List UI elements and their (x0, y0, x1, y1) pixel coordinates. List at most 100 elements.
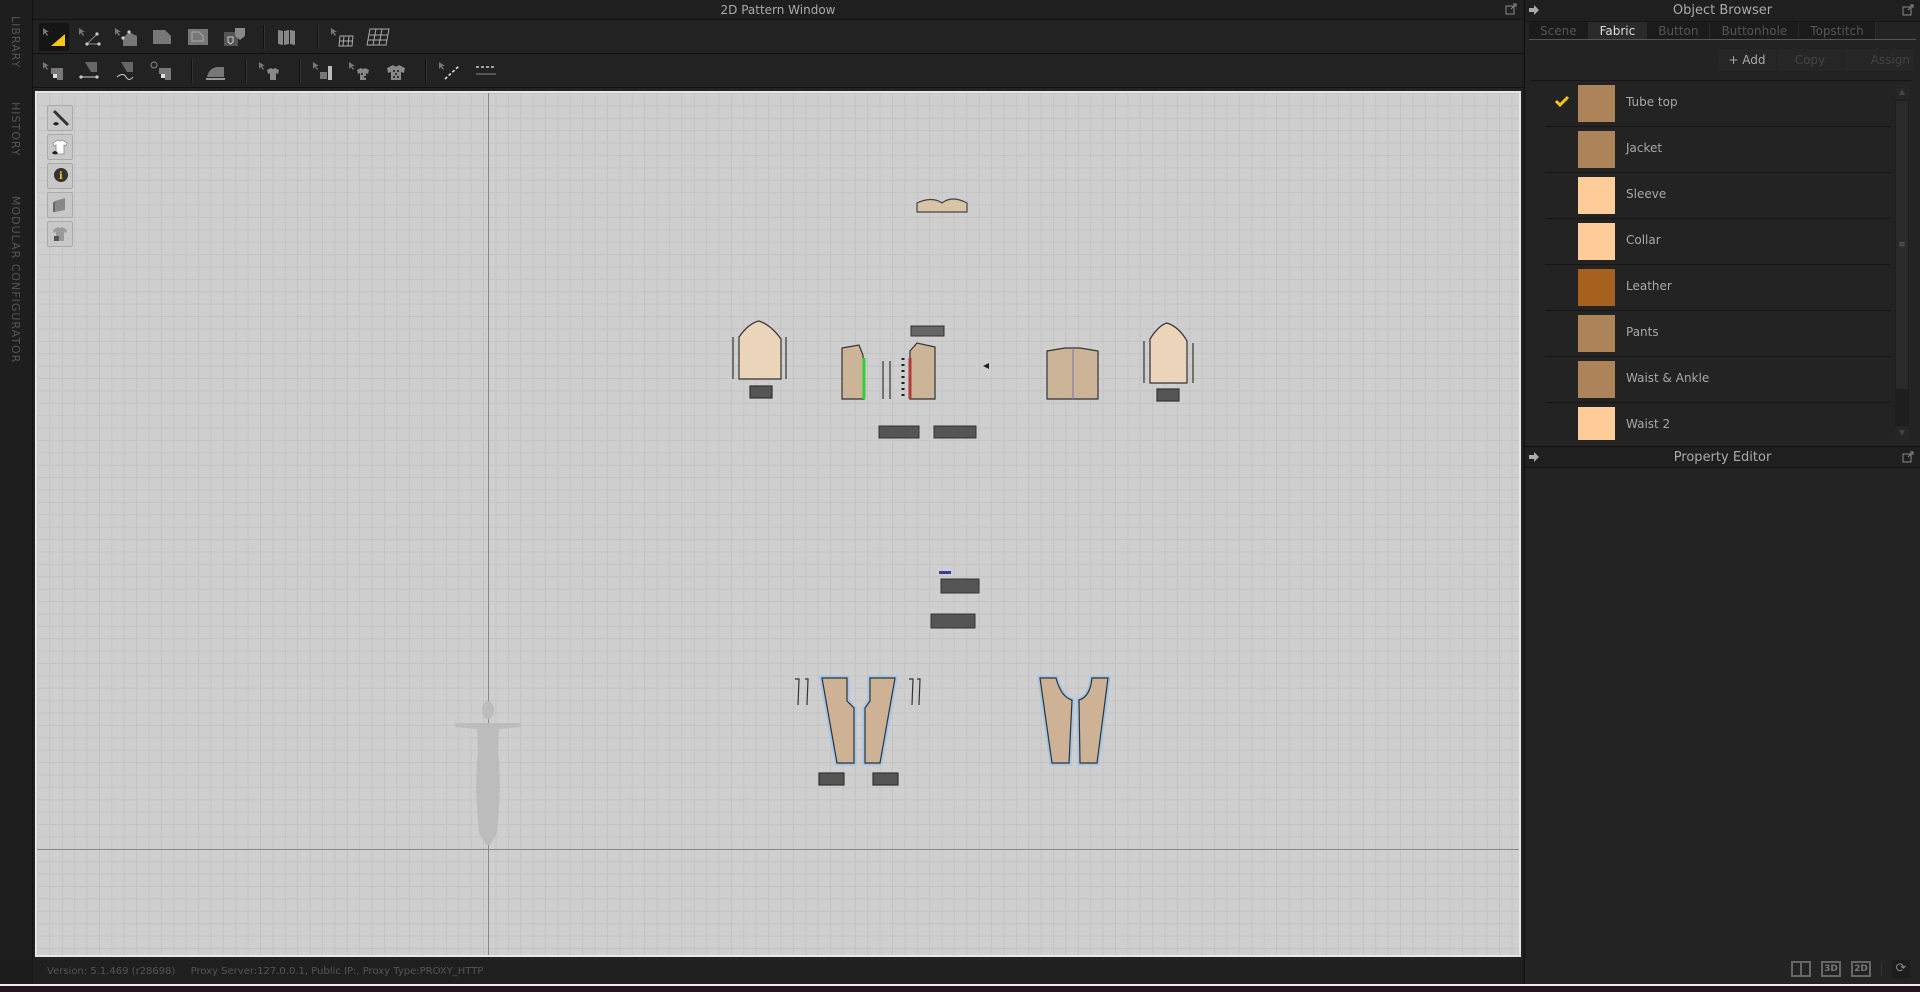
tab-button[interactable]: Button (1647, 22, 1711, 39)
side-tab-library[interactable]: LIBRARY (9, 16, 22, 68)
scroll-down-icon[interactable]: ▼ (1895, 426, 1909, 440)
lock-garment-button[interactable] (47, 221, 73, 247)
copy-fabric-button[interactable]: Copy (1778, 49, 1842, 71)
fabric-name: Leather (1626, 279, 1672, 293)
fabric-color-swatch[interactable] (1578, 315, 1615, 352)
pattern-piece-sleeve-left[interactable] (732, 320, 787, 399)
pattern-piece-cuffs[interactable] (878, 425, 977, 439)
object-browser-title: Object Browser (1672, 3, 1773, 18)
fabric-icon (387, 64, 405, 80)
side-tab-history[interactable]: HISTORY (9, 102, 22, 157)
fabric-list-item[interactable]: Waist 2 (1546, 403, 1891, 440)
popout-icon[interactable] (1902, 4, 1914, 16)
tab-buttonhole[interactable]: Buttonhole (1710, 22, 1800, 39)
polygon-button[interactable] (147, 23, 177, 51)
fabric-list-item[interactable]: Jacket (1546, 127, 1891, 173)
select-garment-button[interactable] (255, 57, 285, 85)
toolbar-separator (317, 24, 319, 49)
collapse-arrow-icon[interactable] (1529, 5, 1539, 15)
segment-sew-icon (43, 61, 63, 80)
fold-icon (278, 29, 295, 45)
check-sew-icon (150, 61, 171, 80)
scroll-thumb[interactable]: ≡ (1896, 101, 1908, 389)
fabric-list-item[interactable]: Leather (1546, 265, 1891, 311)
assign-fabric-button[interactable]: Assign (1844, 49, 1914, 71)
trace-button[interactable] (219, 23, 249, 51)
fabric-button[interactable] (381, 57, 411, 85)
pattern-piece-waist-band[interactable] (930, 571, 980, 629)
free-sewing-button[interactable] (75, 57, 105, 85)
scroll-up-icon[interactable]: ▲ (1895, 85, 1909, 99)
tab-topstitch[interactable]: Topstitch (1799, 22, 1876, 39)
object-browser-tabs: Scene Fabric Button Buttonhole Topstitch (1529, 22, 1916, 40)
pattern-piece-sleeve-right[interactable] (1143, 322, 1194, 402)
fabric-color-swatch[interactable] (1578, 269, 1615, 306)
fabric-actions: + Add Copy Assign (1525, 40, 1920, 80)
show-garment-button[interactable] (47, 134, 73, 160)
steam-button[interactable] (201, 57, 231, 85)
add-fabric-button[interactable]: + Add (1718, 49, 1776, 71)
fabric-color-swatch[interactable] (1578, 85, 1615, 122)
popout-icon[interactable] (1505, 3, 1517, 15)
check-sewing-button[interactable] (147, 57, 177, 85)
fabric-list-item[interactable]: Waist & Ankle (1546, 357, 1891, 403)
pattern-pieces (455, 198, 1194, 845)
steam-icon (206, 66, 225, 80)
transform-pattern-button[interactable] (111, 23, 141, 51)
3d-view-button[interactable]: 3D (1821, 961, 1841, 977)
edit-pattern-button[interactable] (39, 22, 69, 51)
pattern-piece-jacket-front-right[interactable] (901, 342, 936, 400)
select-garment-icon (259, 61, 279, 80)
free-sew-icon (79, 61, 99, 79)
fabric-list-scrollbar[interactable]: ▲ ≡ ▼ (1895, 85, 1909, 440)
show-pattern-icon (52, 109, 70, 127)
texture-edit-icon (313, 61, 332, 80)
fabric-color-swatch[interactable] (1578, 407, 1615, 440)
fabric-color-swatch[interactable] (1578, 177, 1615, 214)
collapse-arrow-icon[interactable] (1529, 452, 1539, 462)
curve-sewing-button[interactable] (111, 57, 141, 85)
checkmark-icon (1554, 95, 1570, 108)
pattern-piece-jacket-front-left[interactable] (841, 344, 891, 400)
edit-line-button[interactable] (435, 57, 465, 85)
edit-point-button[interactable] (75, 23, 105, 51)
2d-view-button[interactable]: 2D (1851, 961, 1871, 977)
pattern-piece-jacket-back[interactable] (1046, 347, 1099, 400)
pattern-piece-pants-back[interactable] (1037, 675, 1111, 766)
show-layer-icon (53, 198, 65, 212)
refresh-button[interactable]: ⟳ (1892, 960, 1910, 978)
pattern-canvas[interactable]: i (35, 91, 1521, 957)
fabric-list-item[interactable]: Collar (1546, 219, 1891, 265)
show-info-button[interactable]: i (47, 163, 73, 189)
segment-sewing-button[interactable] (39, 57, 69, 85)
divider (1881, 962, 1882, 976)
fabric-list-item[interactable]: Sleeve (1546, 173, 1891, 219)
fabric-name: Jacket (1626, 141, 1663, 155)
fabric-color-swatch[interactable] (1578, 131, 1615, 168)
fold-button[interactable] (273, 23, 303, 51)
fabric-list-item[interactable]: Tube top (1546, 81, 1891, 127)
polygon-icon (153, 29, 171, 44)
grid-button[interactable] (363, 23, 393, 51)
split-view-button[interactable] (1791, 961, 1811, 977)
fabric-color-swatch[interactable] (1578, 223, 1615, 260)
topstitch-button[interactable] (471, 57, 501, 85)
pattern-piece-collar[interactable] (910, 325, 945, 337)
internal-polygon-button[interactable] (183, 23, 213, 51)
app-window: LIBRARY HISTORY MODULAR CONFIGURATOR 2D … (0, 0, 1920, 984)
texture-edit-button[interactable] (309, 57, 339, 85)
popout-icon[interactable] (1902, 451, 1914, 463)
side-tab-modular-configurator[interactable]: MODULAR CONFIGURATOR (9, 196, 22, 363)
tab-scene[interactable]: Scene (1529, 22, 1589, 39)
fabric-list-item[interactable]: Pants (1546, 311, 1891, 357)
pattern-piece-tube-top[interactable] (916, 198, 968, 213)
fabric-name: Tube top (1626, 95, 1678, 109)
pattern-piece-pants-front[interactable] (795, 675, 921, 786)
show-layer-button[interactable] (47, 192, 73, 218)
select-fabric-button[interactable] (345, 57, 375, 85)
fabric-color-swatch[interactable] (1578, 361, 1615, 398)
edit-line-icon (439, 61, 460, 80)
tab-fabric[interactable]: Fabric (1588, 22, 1648, 39)
grid-select-button[interactable] (327, 23, 357, 51)
show-pattern-button[interactable] (47, 105, 73, 131)
